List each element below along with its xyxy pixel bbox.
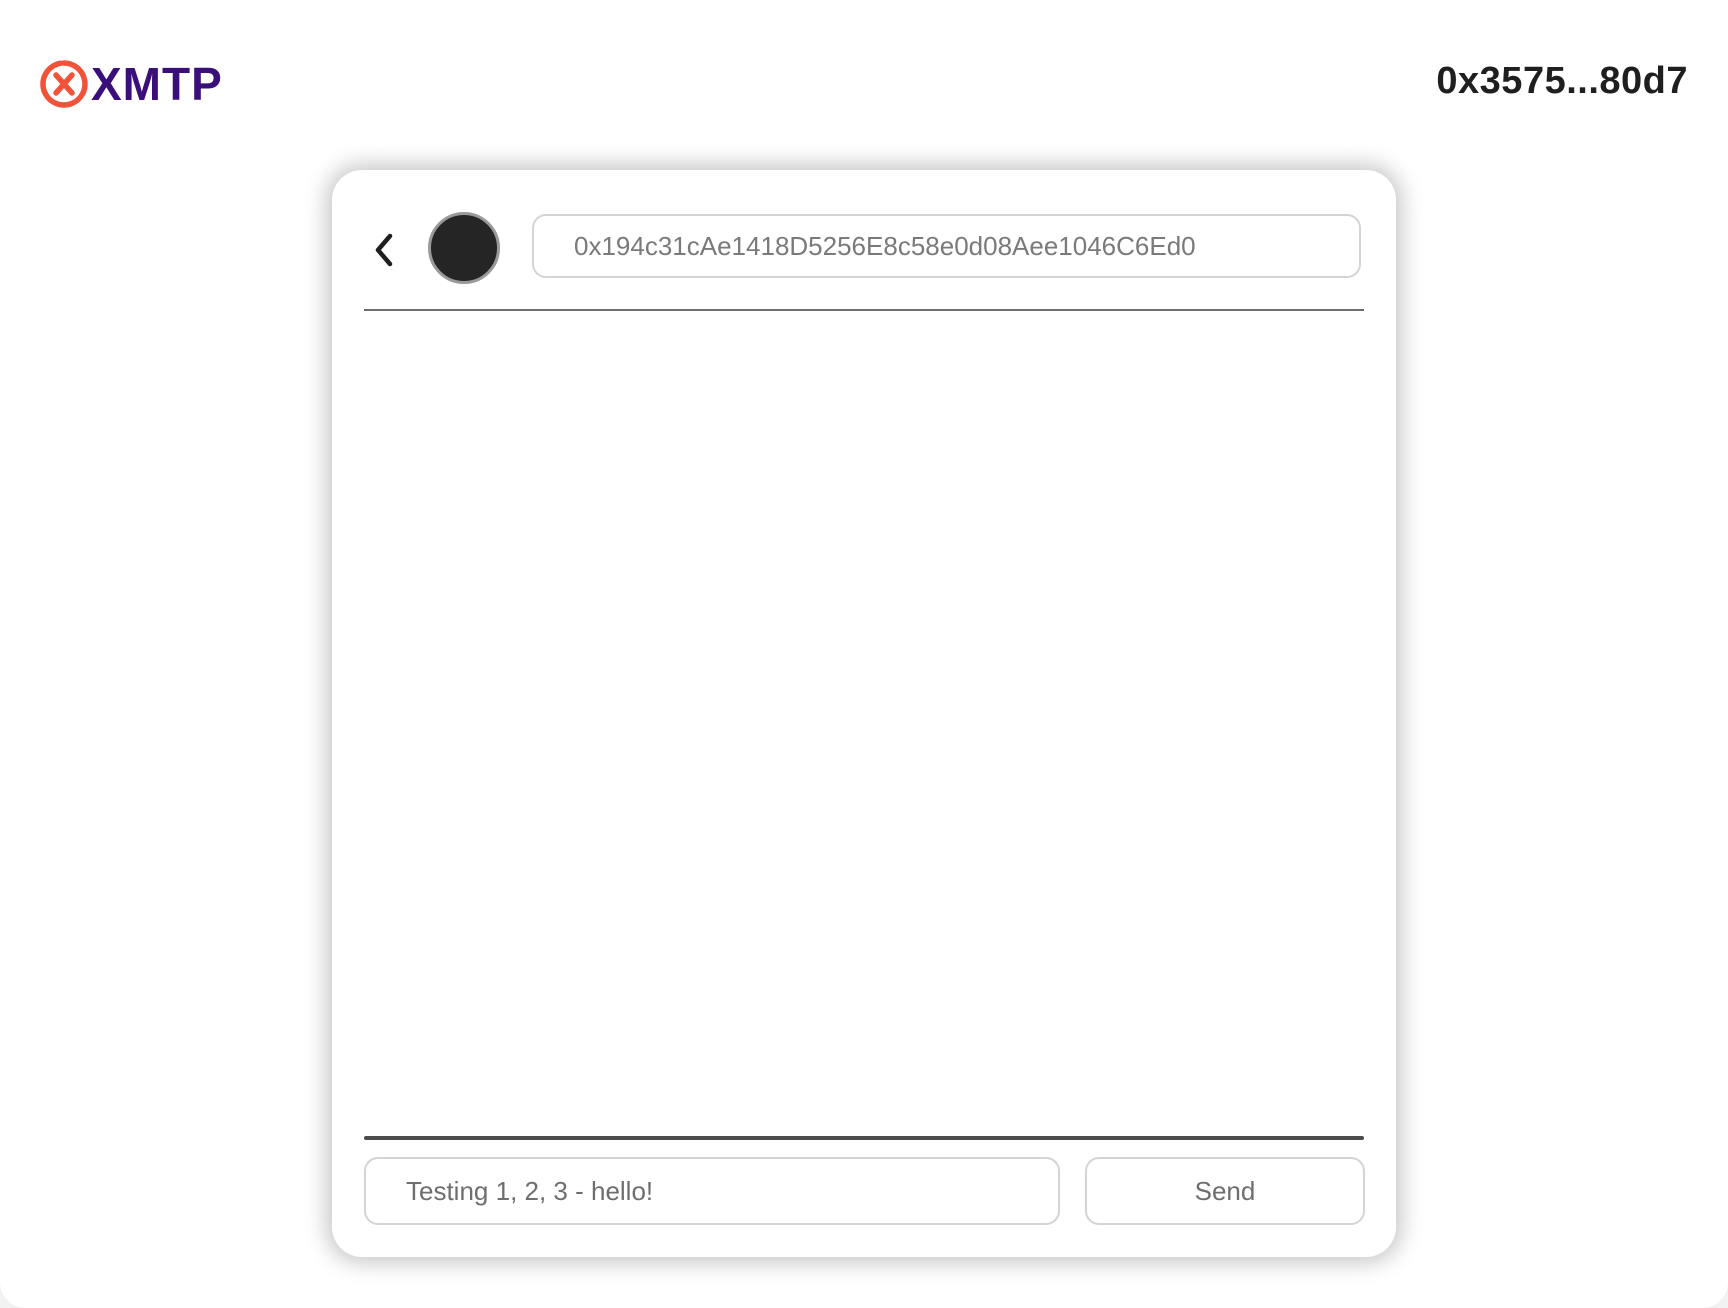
logo-wordmark: XMTP [91,58,223,110]
composer-divider [364,1136,1364,1140]
back-button[interactable] [368,228,402,272]
connected-account-address[interactable]: 0x3575...80d7 [1436,60,1688,103]
recipient-address-input[interactable] [532,214,1361,278]
xmtp-x-mark-icon [40,60,88,108]
send-button[interactable]: Send [1085,1157,1365,1225]
xmtp-logo[interactable]: XMTP [39,58,223,110]
message-list[interactable] [364,311,1364,1105]
message-input[interactable] [364,1157,1060,1225]
chevron-left-icon [375,233,393,267]
recipient-avatar [428,212,500,284]
conversation-card: Send [332,170,1396,1257]
app-page: XMTP 0x3575...80d7 Send [0,0,1728,1308]
